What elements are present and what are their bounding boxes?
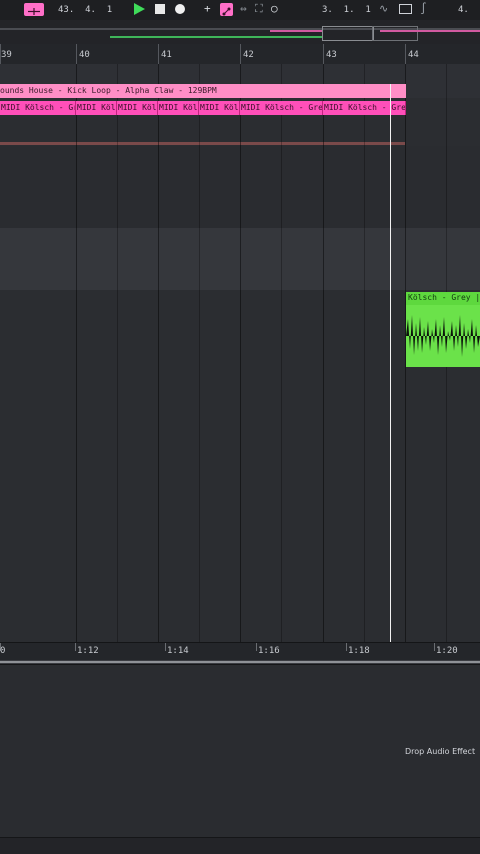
draw-mode-icon[interactable] — [399, 4, 412, 14]
bar-number: 39 — [1, 50, 12, 60]
midi-clip[interactable]: MIDI Kölsch — [117, 101, 158, 115]
bar-number: 42 — [243, 50, 254, 60]
arrangement-overview[interactable] — [0, 20, 480, 44]
curve-icon[interactable]: ∫ — [420, 2, 427, 16]
stop-icon[interactable] — [155, 4, 165, 14]
bar-number: 44 — [408, 50, 419, 60]
playhead — [390, 84, 391, 642]
time-label: 1:18 — [348, 646, 370, 656]
time-label: 1:14 — [167, 646, 189, 656]
midi-clip[interactable]: MIDI Kölsch — [76, 101, 117, 115]
midi-clip[interactable]: MIDI Kölsch - Grey — [323, 101, 406, 115]
grid-line — [117, 64, 118, 642]
loop-start-display[interactable]: 3. 1. 1 — [322, 4, 371, 16]
waveform-graphic — [406, 315, 480, 357]
record-icon[interactable] — [175, 4, 185, 14]
audio-clip-kick-loop[interactable]: ounds House - Kick Loop - Alpha Claw - 1… — [0, 84, 406, 98]
metronome-icon[interactable]: ○ — [271, 2, 278, 16]
midi-clip[interactable]: MIDI Kölsch - Grey — [0, 101, 76, 115]
loop-icon[interactable]: ⇔ — [240, 2, 247, 16]
bar-number: 40 — [79, 50, 90, 60]
time-tick — [434, 643, 435, 651]
add-icon[interactable]: + — [204, 2, 211, 16]
bar-number: 41 — [161, 50, 172, 60]
drop-audio-effects-hint: Drop Audio Effect — [405, 747, 476, 756]
follow-icon[interactable]: ∿ — [379, 2, 388, 16]
bar-tick — [323, 44, 324, 64]
loop-length-display[interactable]: 4. — [458, 4, 469, 16]
status-bar — [0, 837, 480, 854]
grid-line — [199, 64, 200, 642]
play-icon[interactable] — [134, 3, 145, 15]
time-tick — [346, 643, 347, 651]
midi-clip[interactable]: MIDI Kölsch — [158, 101, 199, 115]
grid-line — [364, 64, 365, 642]
midi-map-button[interactable] — [24, 3, 44, 16]
ableton-live-window: 43. 4. 1 + ⇔ ⛶ ○ 3. 1. 1 ∿ ∫ 4. 39 40 41… — [0, 0, 480, 854]
overview-pink-line-right — [380, 30, 480, 32]
midi-map-icon — [28, 8, 40, 15]
time-tick — [75, 643, 76, 651]
time-label: 1:12 — [77, 646, 99, 656]
device-view[interactable]: Drop Audio Effect — [0, 664, 480, 854]
grid-line — [158, 64, 159, 642]
time-label: 1:16 — [258, 646, 280, 656]
time-label: 0 — [0, 646, 6, 656]
automation-line — [0, 142, 405, 145]
audio-clip-kolsch-waveform[interactable] — [406, 305, 480, 367]
overview-range-second — [372, 26, 418, 41]
grid-line — [76, 64, 77, 642]
audio-clip-kolsch-header[interactable]: Kölsch - Grey |wav — [406, 292, 480, 305]
bar-tick — [405, 44, 406, 64]
automation-arm-button[interactable] — [220, 3, 233, 16]
grid-line — [281, 64, 282, 642]
midi-clip[interactable]: MIDI Kölsch - Grey — [240, 101, 323, 115]
automation-arm-icon — [222, 7, 231, 16]
scrollbar-thumb[interactable] — [0, 661, 480, 663]
time-tick — [256, 643, 257, 651]
bar-tick — [158, 44, 159, 64]
midi-clip[interactable]: MIDI Kölsch - Grey — [199, 101, 240, 115]
bar-tick — [76, 44, 77, 64]
grid-line — [240, 64, 241, 642]
time-label: 1:20 — [436, 646, 458, 656]
time-tick — [165, 643, 166, 651]
overview-visible-range[interactable] — [322, 26, 374, 41]
bar-number: 43 — [326, 50, 337, 60]
punch-icon[interactable]: ⛶ — [255, 2, 263, 16]
overview-green-line — [110, 36, 322, 38]
time-ruler[interactable]: 0 1:12 1:14 1:16 1:18 1:20 — [0, 642, 480, 661]
arrangement-position-display[interactable]: 43. 4. 1 — [58, 4, 112, 16]
beat-time-ruler[interactable]: 39 40 41 42 43 44 — [0, 44, 480, 65]
overview-pink-line — [270, 30, 322, 32]
bar-tick — [240, 44, 241, 64]
grid-line — [323, 64, 324, 642]
transport-bar: 43. 4. 1 + ⇔ ⛶ ○ 3. 1. 1 ∿ ∫ 4. — [0, 0, 480, 20]
